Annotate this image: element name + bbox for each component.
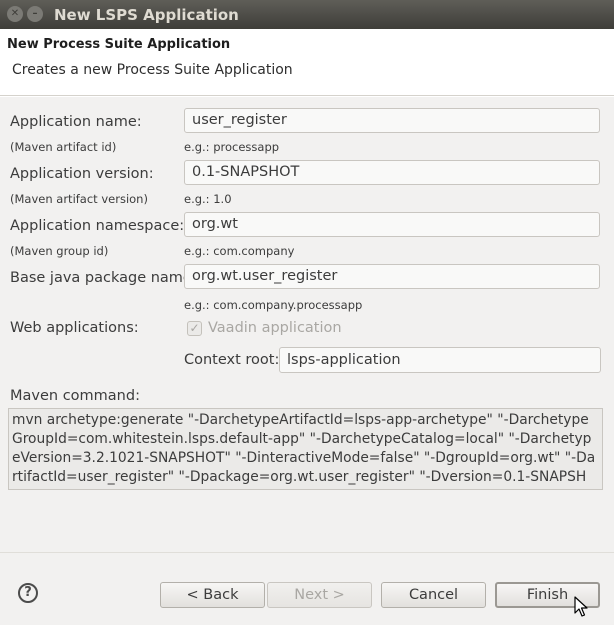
app-version-label: Application version:	[10, 166, 154, 182]
app-version-hint: e.g.: 1.0	[184, 192, 232, 206]
app-name-sublabel: (Maven artifact id)	[10, 140, 117, 154]
maven-command-box[interactable]: mvn archetype:generate "-DarchetypeArtif…	[8, 408, 603, 490]
app-namespace-input[interactable]: org.wt	[184, 212, 600, 237]
minimize-window-icon[interactable]: –	[27, 6, 43, 22]
app-name-hint: e.g.: processapp	[184, 140, 280, 154]
app-version-sublabel: (Maven artifact version)	[10, 192, 148, 206]
app-name-label: Application name:	[10, 114, 142, 130]
app-namespace-label: Application namespace:	[10, 218, 185, 234]
maven-command-label: Maven command:	[10, 388, 140, 404]
back-button[interactable]: < Back	[160, 582, 265, 608]
context-root-label: Context root:	[184, 352, 280, 368]
title-bar: ✕ – New LSPS Application	[0, 0, 614, 29]
vaadin-checkbox[interactable]: ✓	[187, 321, 202, 336]
app-namespace-hint: e.g.: com.company	[184, 244, 295, 258]
maven-command-text: mvn archetype:generate "-DarchetypeArtif…	[12, 412, 596, 489]
wizard-description: Creates a new Process Suite Application	[12, 62, 293, 78]
next-button[interactable]: Next >	[267, 582, 372, 608]
app-version-input[interactable]: 0.1-SNAPSHOT	[184, 160, 600, 185]
close-window-icon[interactable]: ✕	[7, 6, 23, 22]
wizard-title: New Process Suite Application	[7, 37, 231, 52]
base-package-hint: e.g.: com.company.processapp	[184, 298, 363, 312]
app-name-input[interactable]: user_register	[184, 108, 600, 133]
window-title: New LSPS Application	[54, 6, 239, 24]
context-root-input[interactable]: lsps-application	[279, 347, 601, 373]
vaadin-checkbox-label: Vaadin application	[208, 320, 342, 336]
web-apps-label: Web applications:	[10, 320, 139, 336]
base-package-label: Base java package name:	[10, 270, 197, 286]
header-divider	[0, 96, 614, 97]
cancel-button[interactable]: Cancel	[381, 582, 486, 608]
help-icon[interactable]: ?	[18, 583, 38, 603]
mouse-pointer-icon	[574, 596, 588, 617]
base-package-input[interactable]: org.wt.user_register	[184, 264, 600, 289]
app-namespace-sublabel: (Maven group id)	[10, 244, 109, 258]
footer-divider	[0, 552, 614, 553]
wizard-header: New Process Suite Application Creates a …	[0, 29, 614, 96]
